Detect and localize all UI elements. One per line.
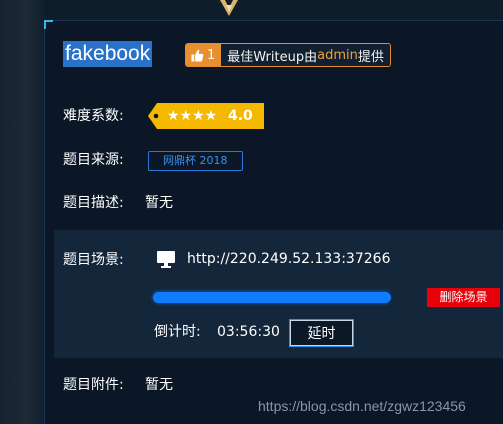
description-value: 暂无 [145,195,173,211]
source-label: 题目来源: [63,152,124,168]
monitor-icon [157,251,175,268]
corner-accent [44,20,53,29]
watermark-text: https://blog.csdn.net/zgwz123456 [258,398,466,414]
writeup-credit: 最佳Writeup由 admin 提供 [221,44,390,66]
description-label: 题目描述: [63,195,124,211]
countdown-label: 倒计时: [154,324,201,340]
background-top [44,0,503,20]
writeup-credit-suffix: 提供 [357,49,384,65]
countdown-value: 03:56:30 [217,324,280,340]
like-counter[interactable]: 1 [186,44,222,66]
attachment-label: 题目附件: [63,377,124,393]
extend-time-button[interactable]: 延时 [289,319,354,347]
remaining-time-bar [153,292,393,303]
thumbs-up-icon [191,49,204,62]
difficulty-label: 难度系数: [63,108,124,124]
scene-label: 题目场景: [63,252,124,268]
writeup-credit-prefix: 最佳Writeup由 [227,49,318,65]
attachment-value: 暂无 [145,377,173,393]
source-tag[interactable]: 网鼎杯 2018 [148,151,243,171]
scene-url-link[interactable]: http://220.249.52.133:37266 [187,249,390,269]
challenge-page: fakebook 1 最佳Writeup由 admin 提供 难度系数: ★★★★ … [0,0,503,424]
background-left [0,0,44,424]
challenge-title: fakebook [63,41,153,67]
writeup-author-link[interactable]: admin [317,48,358,63]
remaining-time-fill [153,292,391,303]
best-writeup-badge[interactable]: 1 最佳Writeup由 admin 提供 [185,43,391,67]
like-count: 1 [207,47,216,63]
delete-scene-button[interactable]: 删除场景 [427,288,500,307]
emblem-icon [220,0,238,16]
challenge-panel: fakebook 1 最佳Writeup由 admin 提供 难度系数: ★★★★ … [44,20,503,424]
scene-box: 题目场景: http://220.249.52.133:37266 删除场景 倒… [54,230,503,358]
difficulty-stars: ★★★★ [167,108,218,124]
difficulty-value: 4.0 [228,108,253,124]
